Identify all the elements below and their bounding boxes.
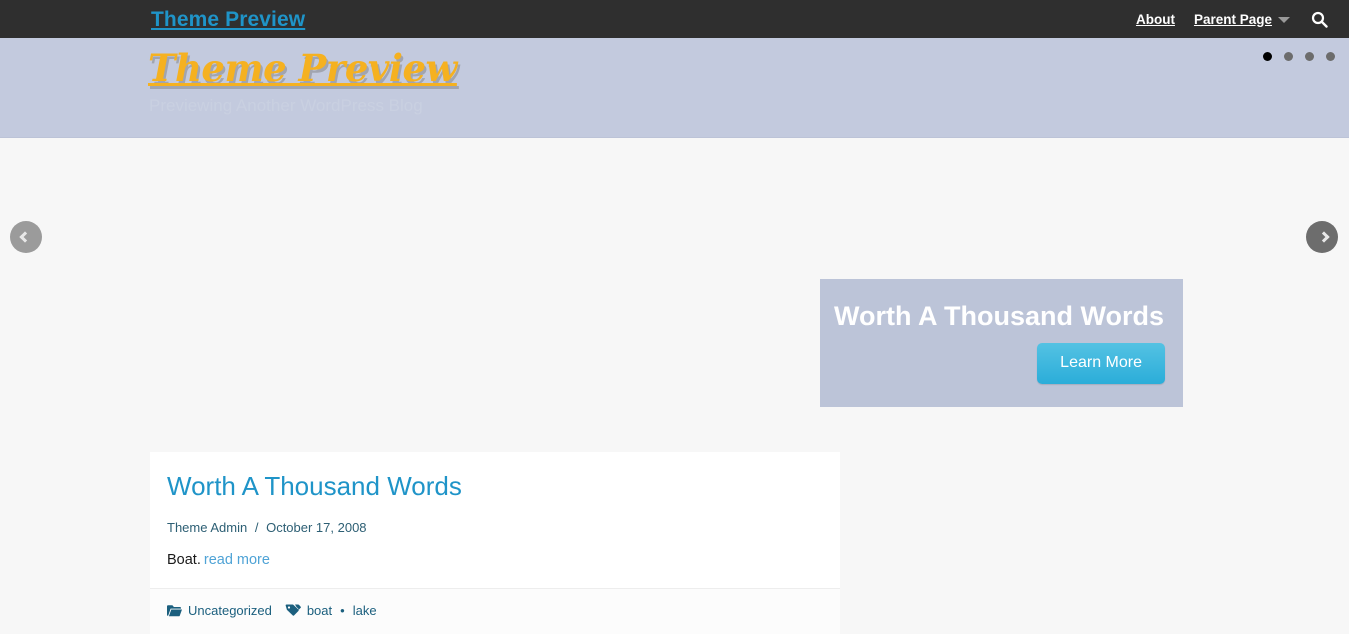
primary-navigation: About Parent Page [1136, 0, 1349, 38]
post-category-link[interactable]: Uncategorized [188, 603, 272, 618]
site-header-band: Theme Preview Previewing Another WordPre… [0, 38, 1349, 138]
chevron-down-icon[interactable] [1278, 17, 1290, 23]
top-navigation-bar: Theme Preview About Parent Page [0, 0, 1349, 38]
nav-item-parent-page[interactable]: Parent Page [1194, 12, 1272, 27]
post-author-link[interactable]: Theme Admin [167, 520, 247, 535]
slider-dot-4[interactable] [1326, 52, 1335, 61]
slide-caption-title: Worth A Thousand Words [834, 301, 1164, 331]
tag-separator: • [340, 602, 345, 618]
post-date-link[interactable]: October 17, 2008 [266, 520, 366, 535]
slider-dot-2[interactable] [1284, 52, 1293, 61]
site-tagline: Previewing Another WordPress Blog [149, 96, 423, 115]
post-tag-link-boat[interactable]: boat [307, 603, 332, 618]
post-footer: Uncategorized boat • lake [150, 587, 840, 634]
post-card: Worth A Thousand Words Theme Admin / Oct… [150, 452, 840, 634]
post-meta: Theme Admin / October 17, 2008 [167, 520, 823, 535]
meta-separator: / [254, 519, 259, 535]
slider-prev-button[interactable] [10, 221, 42, 253]
folder-open-icon [167, 604, 182, 617]
site-logo[interactable]: Theme Preview [148, 46, 457, 90]
chevron-right-icon [1317, 231, 1330, 243]
slider-dot-1[interactable] [1263, 52, 1272, 61]
tag-icon [285, 604, 301, 617]
slider-next-button[interactable] [1306, 221, 1338, 253]
slider-dot-3[interactable] [1305, 52, 1314, 61]
site-brand-link[interactable]: Theme Preview [151, 8, 305, 32]
read-more-link[interactable]: read more [204, 552, 270, 568]
post-tags: boat • lake [285, 603, 377, 618]
learn-more-button[interactable]: Learn More [1037, 343, 1165, 384]
hero-slider: Worth A Thousand Words Learn More [0, 139, 1349, 449]
post-excerpt: Boat. read more [167, 552, 823, 574]
search-icon[interactable] [1311, 11, 1328, 28]
post-title-link[interactable]: Worth A Thousand Words [167, 471, 823, 502]
post-category: Uncategorized [167, 603, 272, 618]
chevron-left-icon [18, 231, 31, 243]
post-body: Worth A Thousand Words Theme Admin / Oct… [150, 452, 840, 588]
slide-caption-box: Worth A Thousand Words Learn More [820, 279, 1183, 407]
post-excerpt-text: Boat. [167, 551, 201, 568]
nav-item-about[interactable]: About [1136, 12, 1175, 27]
post-tag-link-lake[interactable]: lake [353, 603, 377, 618]
slider-pagination-dots [1263, 52, 1335, 61]
